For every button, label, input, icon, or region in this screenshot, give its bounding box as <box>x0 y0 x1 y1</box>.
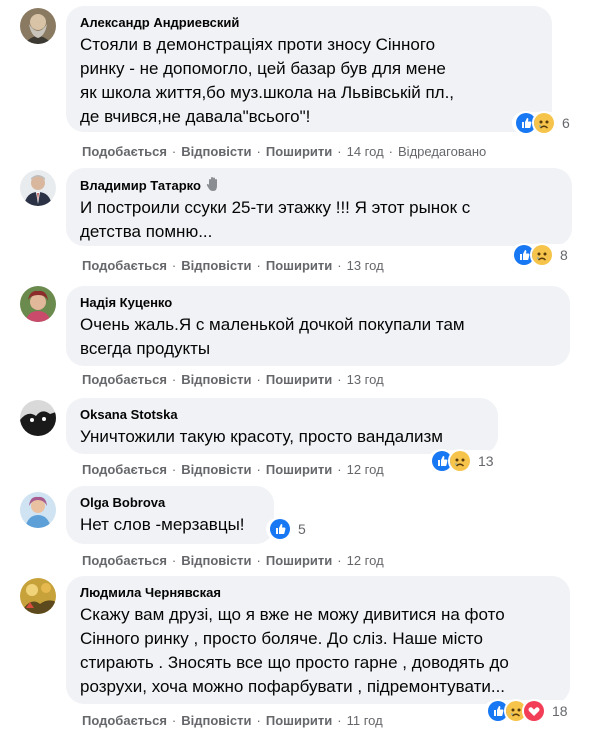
avatar[interactable] <box>20 286 56 322</box>
comment-bubble: Olga Bobrova Нет слов -мерзавцы! <box>66 486 274 544</box>
love-icon <box>522 699 546 723</box>
comment-author[interactable]: Людмила Чернявская <box>80 584 558 601</box>
reply-button[interactable]: Відповісти <box>181 372 251 387</box>
comment-author[interactable]: Olga Bobrova <box>80 494 262 511</box>
comment-text: Уничтожили такую красоту, просто вандали… <box>80 427 443 446</box>
avatar[interactable] <box>20 170 56 206</box>
comment-timestamp[interactable]: 11 год <box>347 713 383 728</box>
reply-button[interactable]: Відповісти <box>181 144 251 159</box>
comment-bubble: Oksana Stotska Уничтожили такую красоту,… <box>66 398 498 454</box>
like-button[interactable]: Подобається <box>82 713 167 728</box>
share-button[interactable]: Поширити <box>266 372 332 387</box>
share-button[interactable]: Поширити <box>266 462 332 477</box>
comment-timestamp[interactable]: 12 год <box>347 553 384 568</box>
comment-timestamp[interactable]: 13 год <box>347 258 384 273</box>
comment-text: Скажу вам друзі, що я вже не можу дивити… <box>80 605 509 696</box>
comment-timestamp[interactable]: 13 год <box>347 372 384 387</box>
comment-bubble: Владимир Татарко И построили ссуки 25-ти… <box>66 168 572 246</box>
comment-timestamp[interactable]: 12 год <box>347 462 384 477</box>
comment-actions: Подобається · Відповісти · Поширити · 12 год <box>82 553 384 568</box>
comment-bubble: Александр Андриевский Стояли в демонстра… <box>66 6 552 132</box>
reaction-summary[interactable]: 6 <box>512 111 573 135</box>
like-button[interactable]: Подобається <box>82 462 167 477</box>
reaction-summary[interactable]: 18 <box>484 699 571 723</box>
edited-label: Відредаговано <box>398 144 487 159</box>
reaction-count: 8 <box>560 247 568 263</box>
comment-author[interactable]: Александр Андриевский <box>80 14 540 31</box>
like-button[interactable]: Подобається <box>82 372 167 387</box>
avatar[interactable] <box>20 492 56 528</box>
sad-icon <box>532 111 556 135</box>
share-button[interactable]: Поширити <box>266 553 332 568</box>
comment-author[interactable]: Oksana Stotska <box>80 406 486 423</box>
reaction-summary[interactable]: 5 <box>266 517 309 541</box>
reaction-summary[interactable]: 8 <box>510 243 571 267</box>
reaction-count: 13 <box>478 453 494 469</box>
like-icon <box>268 517 292 541</box>
share-button[interactable]: Поширити <box>266 258 332 273</box>
comment-author[interactable]: Владимир Татарко <box>80 176 560 194</box>
like-button[interactable]: Подобається <box>82 258 167 273</box>
reply-button[interactable]: Відповісти <box>181 553 251 568</box>
comment-timestamp[interactable]: 14 год <box>347 144 384 159</box>
comment-actions: Подобається · Відповісти · Поширити · 13 год <box>82 258 384 273</box>
comment-actions: Подобається · Відповісти · Поширити · 14 год · В… <box>82 144 487 159</box>
comment-author[interactable]: Надія Куценко <box>80 294 558 311</box>
like-button[interactable]: Подобається <box>82 553 167 568</box>
like-button[interactable]: Подобається <box>82 144 167 159</box>
comment-actions: Подобається · Відповісти · Поширити · 13 год <box>82 372 384 387</box>
reply-button[interactable]: Відповісти <box>181 462 251 477</box>
comment-text: И построили ссуки 25-ти этажку !!! Я это… <box>80 198 471 241</box>
reply-button[interactable]: Відповісти <box>181 713 251 728</box>
comment-actions: Подобається · Відповісти · Поширити · 11 год <box>82 713 383 728</box>
comment-bubble: Надія Куценко Очень жаль.Я с маленькой д… <box>66 286 570 366</box>
reaction-count: 5 <box>298 521 306 537</box>
avatar[interactable] <box>20 400 56 436</box>
reaction-summary[interactable]: 13 <box>428 449 497 473</box>
sad-icon <box>530 243 554 267</box>
reply-button[interactable]: Відповісти <box>181 258 251 273</box>
wave-hand-icon <box>205 176 221 192</box>
comment-text: Нет слов -мерзавцы! <box>80 515 245 534</box>
avatar[interactable] <box>20 578 56 614</box>
comment-actions: Подобається · Відповісти · Поширити · 12 год <box>82 462 384 477</box>
reaction-count: 6 <box>562 115 570 131</box>
share-button[interactable]: Поширити <box>266 144 332 159</box>
comment-text: Стояли в демонстраціях проти зносу Сінно… <box>80 35 455 126</box>
avatar[interactable] <box>20 8 56 44</box>
comment-bubble: Людмила Чернявская Скажу вам друзі, що я… <box>66 576 570 704</box>
share-button[interactable]: Поширити <box>266 713 332 728</box>
sad-icon <box>448 449 472 473</box>
comment-text: Очень жаль.Я с маленькой дочкой покупали… <box>80 315 465 358</box>
reaction-count: 18 <box>552 703 568 719</box>
